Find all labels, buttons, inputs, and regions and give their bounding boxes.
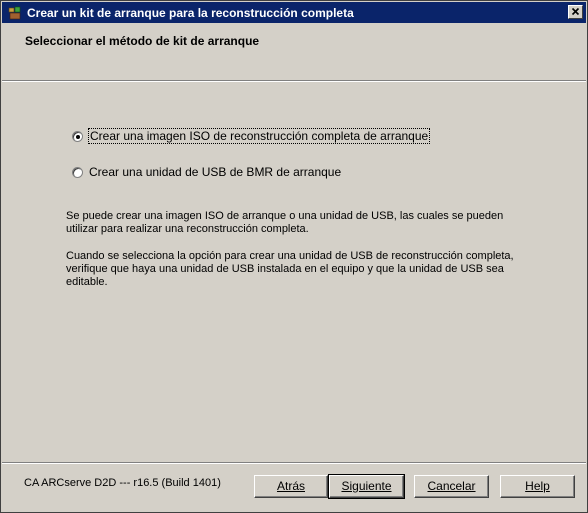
next-button-label: Siguiente <box>341 479 392 493</box>
option-usb-drive[interactable]: Crear una unidad de USB de BMR de arranq… <box>72 165 341 179</box>
footer-separator <box>2 462 586 464</box>
page-title: Seleccionar el método de kit de arranque <box>25 34 260 48</box>
back-button[interactable]: Atrás <box>254 475 328 498</box>
option-iso-label[interactable]: Crear una imagen ISO de reconstrucción c… <box>87 128 431 144</box>
description-paragraph-1: Se puede crear una imagen ISO de arranqu… <box>66 210 526 236</box>
radio-usb-drive[interactable] <box>72 166 83 178</box>
cancel-button[interactable]: Cancelar <box>414 475 489 498</box>
help-button-label: Help <box>525 479 550 493</box>
help-button[interactable]: Help <box>500 475 575 498</box>
description-line: Cuando se selecciona la opción para crea… <box>66 250 514 262</box>
description-paragraph-2: Cuando se selecciona la opción para crea… <box>66 250 526 289</box>
back-button-label: Atrás <box>276 479 305 493</box>
radio-iso-image[interactable] <box>72 130 83 142</box>
dialog-window: Crear un kit de arranque para la reconst… <box>0 0 588 513</box>
version-label: CA ARCserve D2D --- r16.5 (Build 1401) <box>24 477 221 489</box>
close-button[interactable] <box>568 5 583 19</box>
header-separator <box>2 80 586 82</box>
app-icon <box>8 6 22 20</box>
description-line: utilizar para realizar una reconstrucció… <box>66 223 309 235</box>
option-iso-image[interactable]: Crear una imagen ISO de reconstrucción c… <box>72 128 431 144</box>
window-title: Crear un kit de arranque para la reconst… <box>27 5 354 20</box>
title-bar[interactable]: Crear un kit de arranque para la reconst… <box>2 2 586 23</box>
close-icon <box>571 7 580 16</box>
description-line: verifique que haya una unidad de USB ins… <box>66 263 504 275</box>
header-panel: Seleccionar el método de kit de arranque <box>2 23 586 79</box>
description-line: editable. <box>66 276 108 288</box>
description-line: Se puede crear una imagen ISO de arranqu… <box>66 210 504 222</box>
next-button[interactable]: Siguiente <box>328 474 405 499</box>
cancel-button-label: Cancelar <box>427 479 476 493</box>
option-usb-label[interactable]: Crear una unidad de USB de BMR de arranq… <box>89 165 341 179</box>
